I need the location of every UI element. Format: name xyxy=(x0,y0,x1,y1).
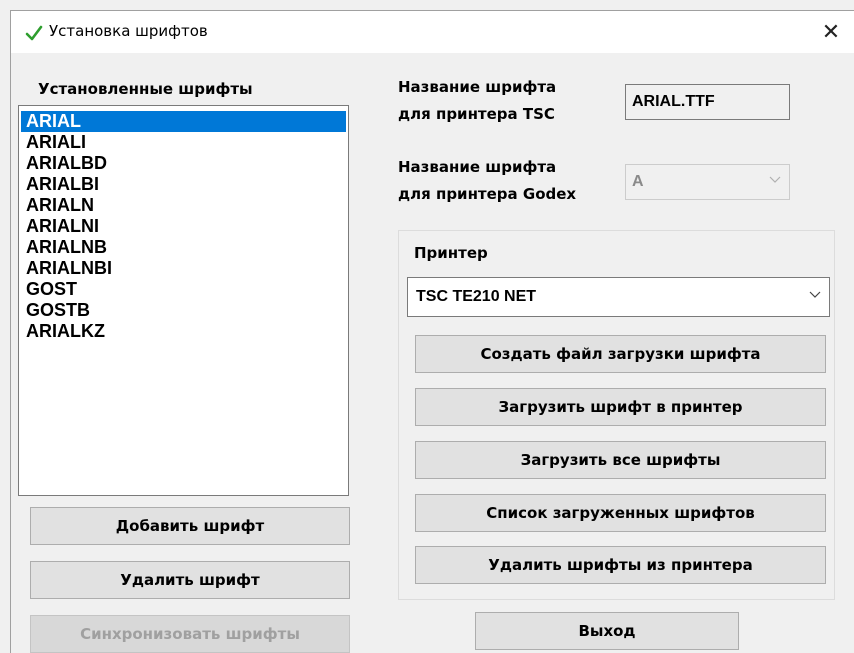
printer-value: TSC TE210 NET xyxy=(416,288,537,305)
list-item[interactable]: ARIALN xyxy=(21,195,346,216)
list-item[interactable]: GOST xyxy=(21,279,346,300)
list-item[interactable]: GOSTB xyxy=(21,300,346,321)
chevron-down-icon xyxy=(809,291,821,298)
delete-font-button[interactable]: Удалить шрифт xyxy=(30,561,350,599)
list-item[interactable]: ARIALNBI xyxy=(21,258,346,279)
window-title: Установка шрифтов xyxy=(49,22,208,40)
list-item[interactable]: ARIALNB xyxy=(21,237,346,258)
tsc-font-name-label-1: Название шрифта xyxy=(398,78,557,96)
list-item[interactable]: ARIALNI xyxy=(21,216,346,237)
remove-fonts-from-printer-button[interactable]: Удалить шрифты из принтера xyxy=(415,546,826,584)
printer-label: Принтер xyxy=(414,244,488,262)
godex-font-value: A xyxy=(632,173,644,190)
printer-select[interactable]: TSC TE210 NET xyxy=(407,277,830,317)
list-loaded-fonts-button[interactable]: Список загруженных шрифтов xyxy=(415,494,826,532)
create-font-file-button[interactable]: Создать файл загрузки шрифта xyxy=(415,335,826,373)
sync-fonts-button[interactable]: Синхронизовать шрифты xyxy=(30,615,350,653)
exit-button[interactable]: Выход xyxy=(475,612,739,650)
list-item[interactable]: ARIALKZ xyxy=(21,321,346,342)
close-icon: ✕ xyxy=(821,19,841,45)
list-item[interactable]: ARIAL xyxy=(21,111,346,132)
chevron-down-icon xyxy=(769,176,781,183)
godex-font-select[interactable]: A xyxy=(625,164,790,200)
godex-font-name-label-2: для принтера Godex xyxy=(398,185,577,203)
installed-fonts-heading: Установленные шрифты xyxy=(38,80,253,98)
godex-font-name-label-1: Название шрифта xyxy=(398,158,557,176)
add-font-button[interactable]: Добавить шрифт xyxy=(30,507,350,545)
upload-all-fonts-button[interactable]: Загрузить все шрифты xyxy=(415,441,826,479)
list-item[interactable]: ARIALI xyxy=(21,132,346,153)
list-item[interactable]: ARIALBI xyxy=(21,174,346,195)
list-item[interactable]: ARIALBD xyxy=(21,153,346,174)
title-bar: Установка шрифтов ✕ xyxy=(11,11,854,53)
close-button[interactable]: ✕ xyxy=(808,11,854,53)
installed-fonts-list[interactable]: ARIAL ARIALI ARIALBD ARIALBI ARIALN ARIALNI AR… xyxy=(18,105,349,496)
checkmark-icon xyxy=(25,25,43,41)
tsc-font-name-label-2: для принтера TSC xyxy=(398,105,555,123)
upload-font-button[interactable]: Загрузить шрифт в принтер xyxy=(415,388,826,426)
tsc-font-name-field[interactable]: ARIAL.TTF xyxy=(625,84,790,120)
